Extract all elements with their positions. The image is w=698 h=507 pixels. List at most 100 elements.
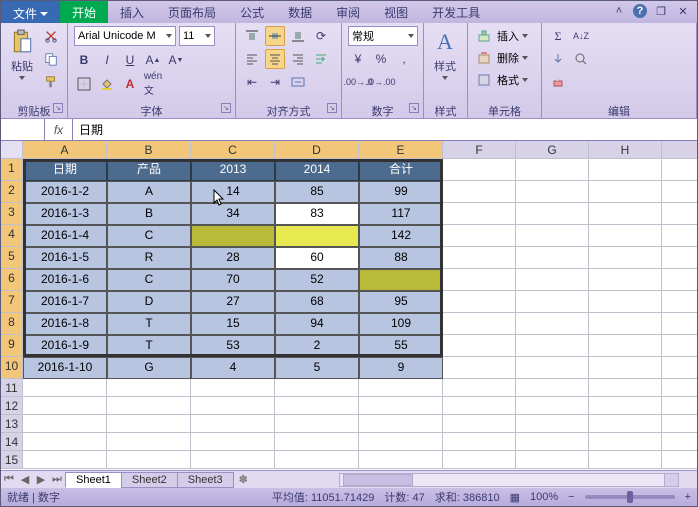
tab-dev[interactable]: 开发工具: [420, 1, 492, 23]
tab-home[interactable]: 开始: [60, 1, 108, 23]
cell[interactable]: [443, 357, 516, 379]
row-header[interactable]: 4: [1, 225, 23, 247]
formula-input[interactable]: 日期: [73, 119, 697, 140]
tab-formula[interactable]: 公式: [228, 1, 276, 23]
cell[interactable]: [275, 379, 359, 397]
cell[interactable]: [107, 433, 191, 451]
cell[interactable]: [516, 247, 589, 269]
cell[interactable]: [191, 433, 275, 451]
phonetic-button[interactable]: wén文: [143, 74, 163, 94]
cell[interactable]: [516, 415, 589, 433]
copy-button[interactable]: [41, 49, 61, 69]
cell[interactable]: [107, 379, 191, 397]
cell[interactable]: 85: [275, 181, 359, 203]
window-restore-icon[interactable]: ❐: [653, 3, 669, 19]
borders-button[interactable]: [74, 74, 94, 94]
cell[interactable]: [516, 269, 589, 291]
cell[interactable]: 日期: [23, 159, 107, 181]
cell[interactable]: [516, 357, 589, 379]
cell[interactable]: [589, 433, 662, 451]
cell[interactable]: [516, 379, 589, 397]
cell[interactable]: 产品: [107, 159, 191, 181]
cell[interactable]: [443, 335, 516, 357]
cell[interactable]: 27: [191, 291, 275, 313]
cell[interactable]: [516, 181, 589, 203]
number-format-select[interactable]: 常规: [348, 26, 418, 46]
column-header[interactable]: D: [275, 141, 359, 159]
tab-insert[interactable]: 插入: [108, 1, 156, 23]
cell[interactable]: [662, 313, 697, 335]
styles-button[interactable]: A 样式: [430, 26, 460, 82]
fill-color-button[interactable]: [97, 74, 117, 94]
cell[interactable]: [589, 451, 662, 469]
cell[interactable]: 2016-1-9: [23, 335, 107, 357]
cell[interactable]: [359, 451, 443, 469]
italic-button[interactable]: I: [97, 50, 117, 70]
cell[interactable]: 9: [359, 357, 443, 379]
wrap-text-button[interactable]: [311, 49, 331, 69]
row-header[interactable]: 1: [1, 159, 23, 181]
cell[interactable]: [662, 269, 697, 291]
tab-layout[interactable]: 页面布局: [156, 1, 228, 23]
row-header[interactable]: 11: [1, 379, 23, 397]
delete-cells-button[interactable]: 删除: [474, 48, 528, 68]
cell[interactable]: 2016-1-5: [23, 247, 107, 269]
cell[interactable]: 14: [191, 181, 275, 203]
cell[interactable]: [662, 225, 697, 247]
cell[interactable]: [662, 357, 697, 379]
horizontal-scrollbar[interactable]: [339, 473, 679, 487]
row-header[interactable]: 13: [1, 415, 23, 433]
tab-file[interactable]: 文件: [1, 1, 60, 23]
decrease-decimal-button[interactable]: .0→.00: [371, 72, 391, 92]
cell[interactable]: [662, 159, 697, 181]
cell[interactable]: [589, 335, 662, 357]
cell[interactable]: 2016-1-10: [23, 357, 107, 379]
sheet-nav-next-icon[interactable]: ▶: [33, 472, 49, 488]
cell[interactable]: 94: [275, 313, 359, 335]
cell[interactable]: [359, 433, 443, 451]
dialog-launcher-icon[interactable]: ↘: [327, 103, 337, 113]
cell[interactable]: [662, 335, 697, 357]
cell[interactable]: [516, 313, 589, 335]
cell[interactable]: [443, 415, 516, 433]
cell[interactable]: 70: [191, 269, 275, 291]
cell[interactable]: [516, 203, 589, 225]
cell[interactable]: [589, 313, 662, 335]
align-bottom-button[interactable]: [288, 26, 308, 46]
cell[interactable]: 2016-1-6: [23, 269, 107, 291]
orientation-button[interactable]: ⟳: [311, 26, 331, 46]
grow-font-button[interactable]: A▲: [143, 50, 163, 70]
cell[interactable]: [516, 397, 589, 415]
cell[interactable]: 4: [191, 357, 275, 379]
column-header[interactable]: E: [359, 141, 443, 159]
cell[interactable]: 68: [275, 291, 359, 313]
column-header[interactable]: G: [516, 141, 589, 159]
cell[interactable]: [589, 415, 662, 433]
cell[interactable]: 83: [275, 203, 359, 225]
cell[interactable]: 15: [191, 313, 275, 335]
font-name-select[interactable]: Arial Unicode M: [74, 26, 176, 46]
zoom-out-icon[interactable]: −: [568, 491, 574, 503]
sheet-tab[interactable]: Sheet2: [121, 472, 178, 488]
merge-cells-button[interactable]: [288, 72, 308, 92]
cell[interactable]: 5: [275, 357, 359, 379]
cell[interactable]: 2: [275, 335, 359, 357]
cell[interactable]: 53: [191, 335, 275, 357]
underline-button[interactable]: U: [120, 50, 140, 70]
format-cells-button[interactable]: 格式: [474, 70, 528, 90]
fx-button[interactable]: fx: [45, 119, 73, 140]
cell[interactable]: 合计: [359, 159, 443, 181]
find-button[interactable]: [571, 49, 591, 69]
cell[interactable]: [516, 225, 589, 247]
grid-area[interactable]: ABCDEFGHI1日期产品20132014合计22016-1-2A148599…: [1, 141, 697, 470]
row-header[interactable]: 8: [1, 313, 23, 335]
scrollbar-thumb[interactable]: [343, 474, 413, 486]
cell[interactable]: 28: [191, 247, 275, 269]
cell[interactable]: [359, 269, 443, 291]
align-top-button[interactable]: [242, 26, 262, 46]
cell[interactable]: [662, 379, 697, 397]
cell[interactable]: [589, 269, 662, 291]
cell[interactable]: [443, 247, 516, 269]
row-header[interactable]: 12: [1, 397, 23, 415]
cell[interactable]: [23, 451, 107, 469]
